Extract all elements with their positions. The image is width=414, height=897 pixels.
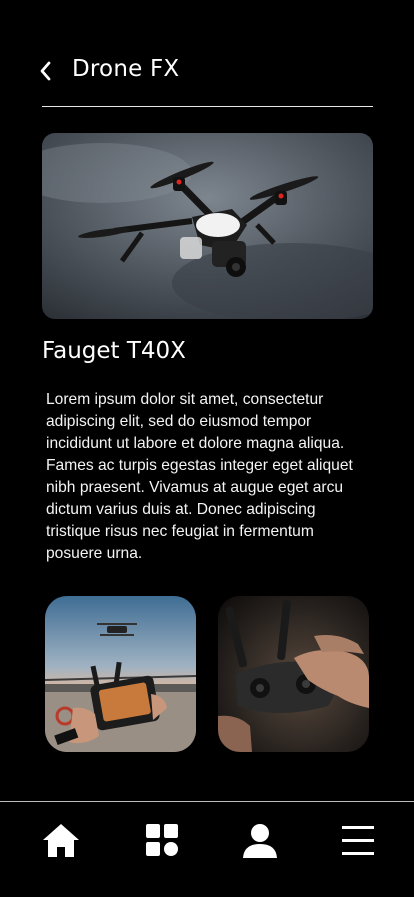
product-description: Lorem ipsum dolor sit amet, consectetur … (46, 391, 353, 562)
product-name: Fauget T40X (42, 338, 186, 364)
back-button[interactable] (38, 58, 60, 84)
nav-grid-button[interactable] (143, 822, 183, 860)
gallery-image-controller-hands[interactable] (218, 596, 369, 752)
page-title: Drone FX (72, 56, 180, 82)
home-icon (43, 824, 79, 857)
gallery-image-drone-pier[interactable] (45, 596, 196, 752)
nav-menu-button[interactable] (338, 822, 378, 860)
user-icon (243, 824, 277, 858)
nav-profile-button[interactable] (240, 822, 280, 860)
chevron-left-icon (40, 61, 51, 81)
nav-home-button[interactable] (41, 822, 81, 860)
app-header: Drone FX (40, 48, 373, 107)
hero-drone-image (42, 133, 373, 319)
grid-icon (146, 824, 178, 856)
bottom-navigation (0, 801, 414, 897)
menu-icon (342, 826, 374, 855)
